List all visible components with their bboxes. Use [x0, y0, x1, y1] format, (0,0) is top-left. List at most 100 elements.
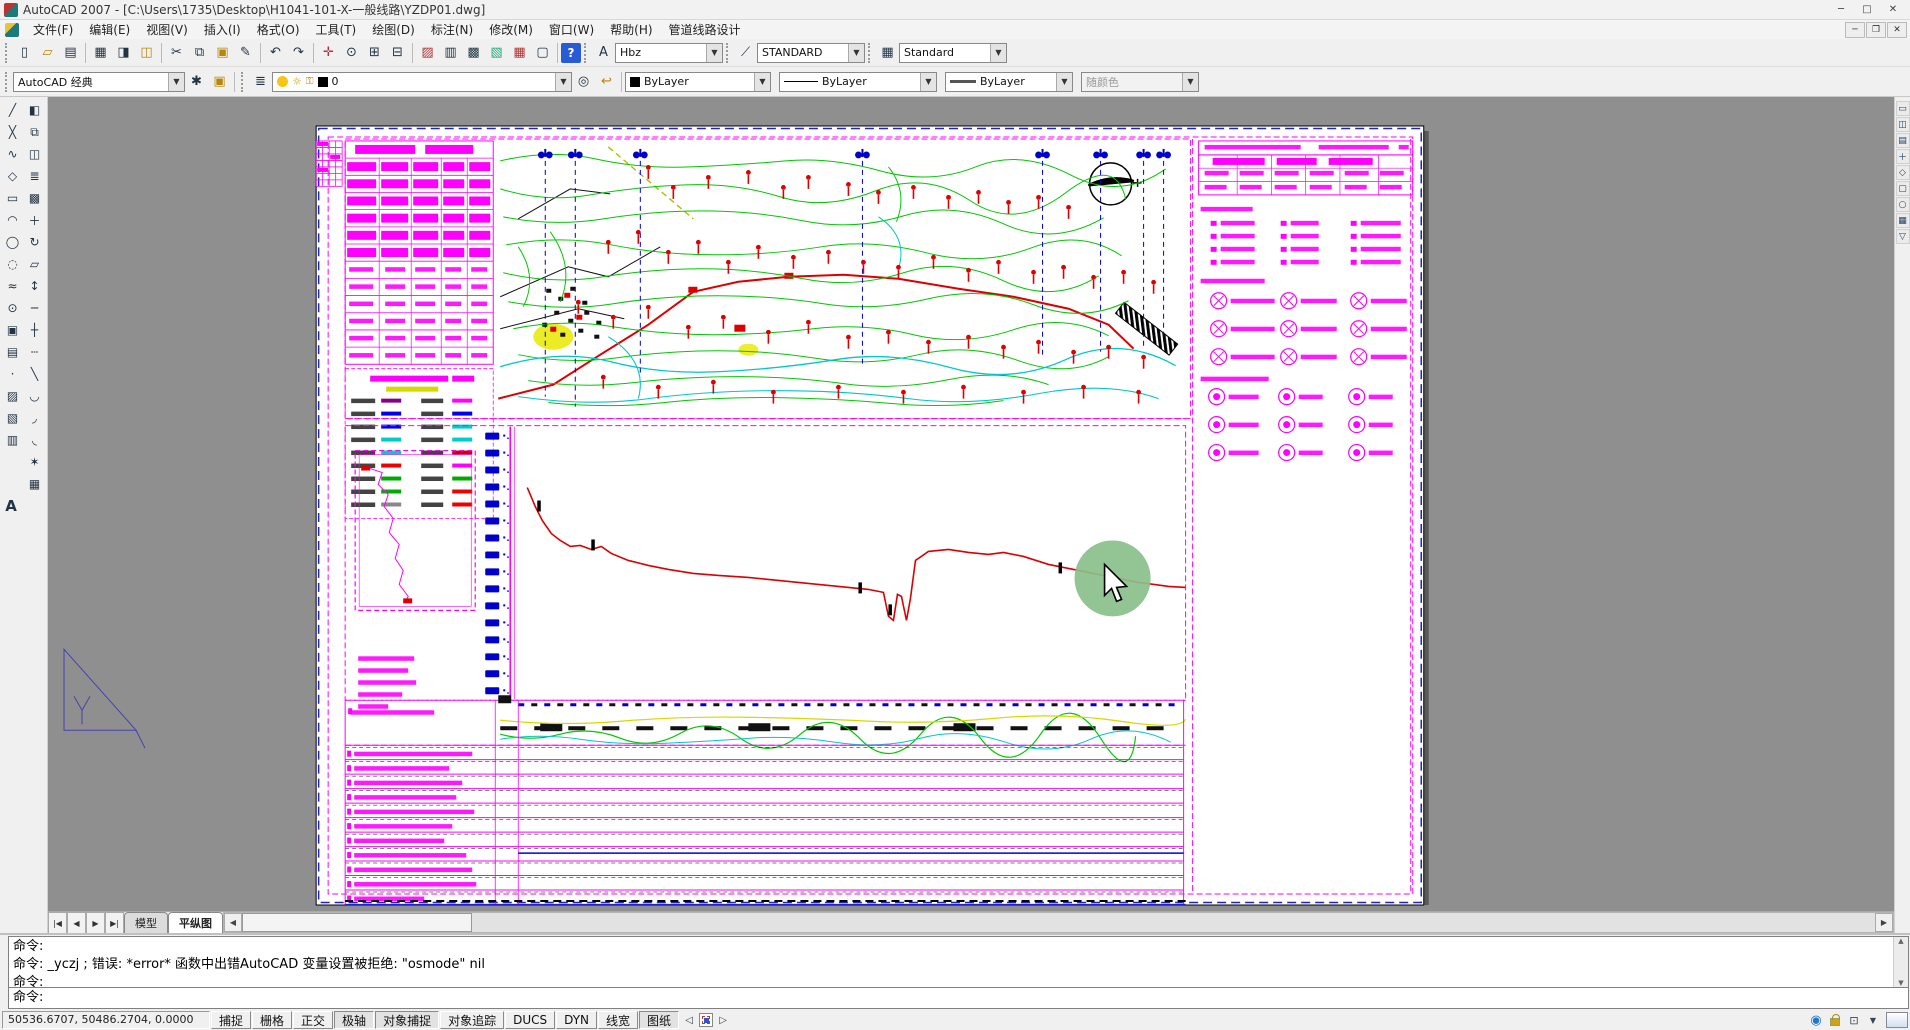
scroll-right-arrow[interactable]: ▶: [1875, 913, 1893, 932]
clean-screen-button[interactable]: [1886, 1012, 1908, 1028]
toggle-ortho[interactable]: 正交: [293, 1011, 333, 1029]
layer-properties-manager-button[interactable]: [249, 70, 272, 93]
undo-button[interactable]: [264, 41, 287, 64]
prev-layout-icon[interactable]: ◁: [680, 1011, 698, 1029]
calculator-button[interactable]: [531, 41, 554, 64]
menu-pipeline-design[interactable]: 管道线路设计: [661, 20, 749, 39]
menu-view[interactable]: 视图(V): [138, 20, 196, 39]
scroll-left-arrow[interactable]: ◀: [224, 913, 242, 932]
right-tool-2[interactable]: [1896, 117, 1910, 132]
tool-join[interactable]: [24, 385, 46, 407]
pan-button[interactable]: [317, 41, 340, 64]
menu-dimension[interactable]: 标注(N): [423, 20, 481, 39]
menu-window[interactable]: 窗口(W): [541, 20, 602, 39]
tool-extra[interactable]: [24, 473, 46, 495]
tool-mirror[interactable]: [24, 143, 46, 165]
tool-fillet[interactable]: [24, 429, 46, 451]
tool-move[interactable]: [24, 209, 46, 231]
help-button[interactable]: ?: [561, 43, 581, 63]
zoom-realtime-button[interactable]: [340, 41, 363, 64]
toggle-grid[interactable]: 栅格: [252, 1011, 292, 1029]
tool-copy[interactable]: [24, 121, 46, 143]
tool-polygon[interactable]: [2, 165, 24, 187]
toggle-otrack[interactable]: 对象追踪: [440, 1011, 504, 1029]
toggle-snap[interactable]: 捕捉: [211, 1011, 251, 1029]
tab-next-button[interactable]: ▶: [86, 912, 105, 933]
sheet-set-manager-button[interactable]: [485, 41, 508, 64]
toolbar-grip[interactable]: [5, 72, 10, 92]
toggle-polar[interactable]: 极轴: [334, 1011, 374, 1029]
tool-chamfer[interactable]: [24, 407, 46, 429]
new-button[interactable]: [13, 41, 36, 64]
model-paper-icon[interactable]: [699, 1013, 713, 1027]
plot-button[interactable]: [89, 41, 112, 64]
toggle-lwt[interactable]: 线宽: [598, 1011, 638, 1029]
table-style-icon[interactable]: [876, 41, 899, 64]
tool-ellipse[interactable]: [2, 297, 24, 319]
tool-table[interactable]: [2, 429, 24, 451]
tool-trim[interactable]: [24, 297, 46, 319]
paste-icon[interactable]: [211, 41, 234, 64]
tool-extend[interactable]: [24, 319, 46, 341]
tab-layout-pingzongtu[interactable]: 平纵图: [168, 912, 223, 933]
zoom-window-button[interactable]: [363, 41, 386, 64]
toolbar-grip[interactable]: [726, 43, 731, 63]
tab-prev-button[interactable]: ◀: [67, 912, 86, 933]
tab-last-button[interactable]: ▶|: [105, 912, 124, 933]
tool-palettes-button[interactable]: [462, 41, 485, 64]
close-button[interactable]: ✕: [1880, 1, 1906, 19]
drawing-canvas[interactable]: [48, 97, 1894, 911]
next-layout-icon[interactable]: ▷: [714, 1011, 732, 1029]
publish-button[interactable]: [135, 41, 158, 64]
markup-button[interactable]: [508, 41, 531, 64]
menu-file[interactable]: 文件(F): [25, 20, 81, 39]
toolbar-grip[interactable]: [5, 43, 10, 63]
dim-style-combo[interactable]: STANDARD▼: [757, 43, 865, 63]
layer-previous-button[interactable]: [595, 70, 618, 93]
tool-arc[interactable]: [2, 209, 24, 231]
tab-first-button[interactable]: |◀: [48, 912, 67, 933]
tool-polyline[interactable]: [2, 143, 24, 165]
tab-model[interactable]: 模型: [124, 912, 168, 933]
tool-region[interactable]: [2, 407, 24, 429]
toolbar-grip[interactable]: [584, 43, 589, 63]
minimize-button[interactable]: ─: [1828, 1, 1854, 19]
cut-icon[interactable]: [165, 41, 188, 64]
child-restore-button[interactable]: ❐: [1866, 22, 1886, 38]
toolbar-grip[interactable]: [241, 72, 246, 92]
redo-button[interactable]: [287, 41, 310, 64]
designcenter-button[interactable]: [439, 41, 462, 64]
right-tool-7[interactable]: [1896, 197, 1910, 212]
table-style-combo[interactable]: Standard▼: [899, 43, 1007, 63]
layer-combo[interactable]: ☼ ⚿ 0 ▼: [272, 72, 572, 92]
copy-icon[interactable]: [188, 41, 211, 64]
toolbar-lock-icon[interactable]: [1826, 1011, 1844, 1029]
tool-revcloud[interactable]: [2, 253, 24, 275]
toggle-paper[interactable]: 图纸: [639, 1011, 679, 1029]
toggle-dyn[interactable]: DYN: [556, 1011, 597, 1029]
menu-format[interactable]: 格式(O): [249, 20, 308, 39]
maximize-button[interactable]: □: [1854, 1, 1880, 19]
toggle-ducs[interactable]: DUCS: [505, 1011, 555, 1029]
right-tool-8[interactable]: [1896, 213, 1910, 228]
command-scrollbar[interactable]: ▲▼: [1893, 937, 1908, 987]
tool-stretch[interactable]: [24, 275, 46, 297]
linetype-combo[interactable]: ByLayer▼: [779, 72, 937, 92]
right-tool-6[interactable]: [1896, 181, 1910, 196]
tool-mtext[interactable]: [0, 495, 22, 517]
make-object-layer-current-button[interactable]: [572, 70, 595, 93]
tool-offset[interactable]: [24, 165, 46, 187]
tool-array[interactable]: [24, 187, 46, 209]
tool-break-point[interactable]: [24, 341, 46, 363]
workspace-combo[interactable]: AutoCAD 经典▼: [13, 72, 185, 92]
menu-tools[interactable]: 工具(T): [308, 20, 365, 39]
tool-spline[interactable]: [2, 275, 24, 297]
menu-modify[interactable]: 修改(M): [481, 20, 541, 39]
tool-construction-line[interactable]: [2, 121, 24, 143]
dim-style-icon[interactable]: [734, 41, 757, 64]
properties-button[interactable]: [416, 41, 439, 64]
menu-draw[interactable]: 绘图(D): [364, 20, 423, 39]
menu-edit[interactable]: 编辑(E): [81, 20, 138, 39]
toggle-osnap[interactable]: 对象捕捉: [375, 1011, 439, 1029]
tool-line[interactable]: [2, 99, 24, 121]
